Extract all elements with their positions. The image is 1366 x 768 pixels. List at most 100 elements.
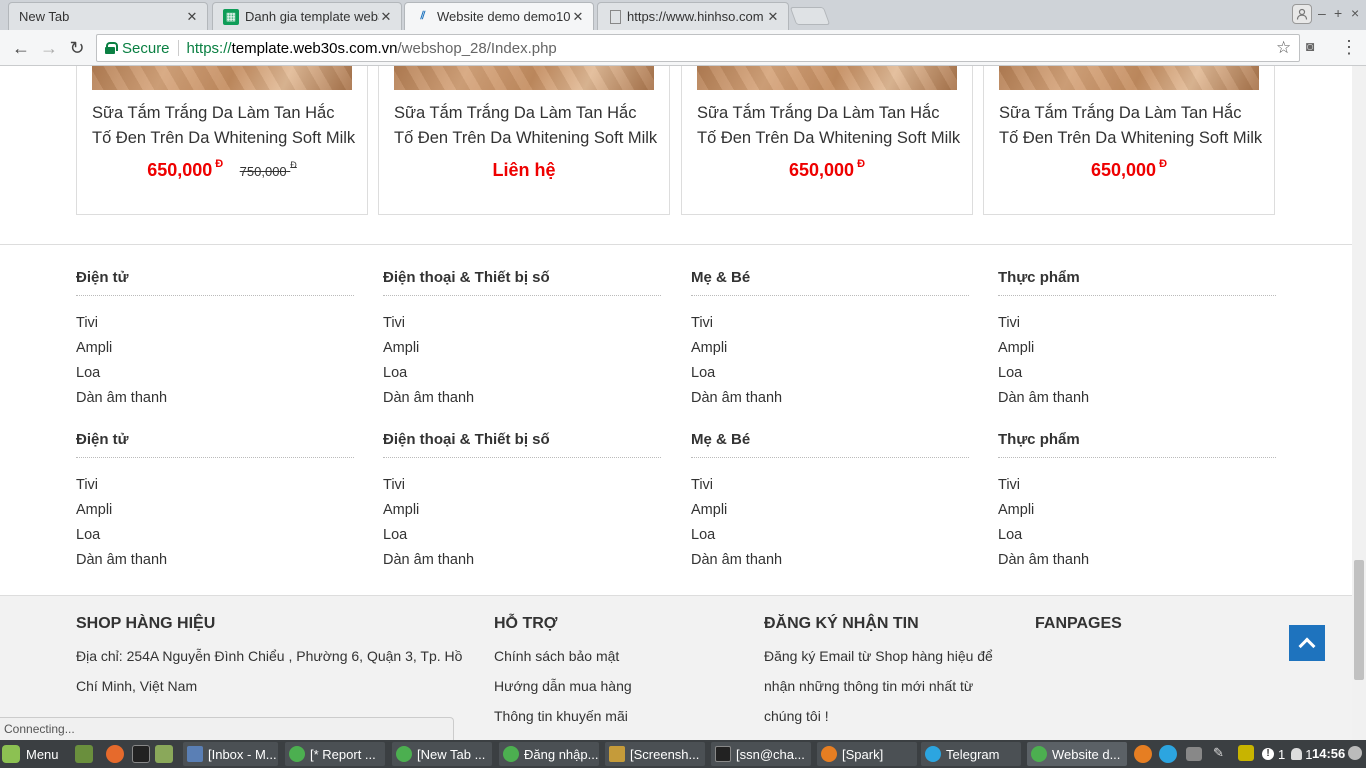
product-card[interactable]: Sữa Tắm Trắng Da Làm Tan Hắc Tố Đen Trên… (76, 66, 368, 215)
category-title[interactable]: Điện tử (76, 431, 354, 458)
category-link[interactable]: Ampli (76, 501, 354, 526)
tray-network-icon[interactable] (1186, 747, 1202, 761)
category-link[interactable]: Tivi (383, 314, 661, 339)
category-link[interactable]: Tivi (998, 314, 1276, 339)
back-to-top-button[interactable] (1289, 625, 1325, 661)
category-link[interactable]: Dàn âm thanh (691, 389, 969, 414)
category-link[interactable]: Loa (691, 364, 969, 389)
back-arrow-icon[interactable]: ← (10, 37, 32, 59)
footer-link-privacy[interactable]: Chính sách bảo mật (494, 641, 734, 671)
category-link[interactable]: Tivi (998, 476, 1276, 501)
tray-notifications[interactable]: ! 1 1 (1262, 744, 1312, 764)
category-link[interactable]: Dàn âm thanh (383, 389, 661, 414)
product-image[interactable] (999, 66, 1259, 90)
show-desktop-icon[interactable] (75, 745, 93, 763)
taskbar-window-website[interactable]: Website d... (1027, 742, 1127, 766)
category-link[interactable]: Loa (76, 364, 354, 389)
terminal-icon[interactable] (132, 745, 150, 763)
tab-website-demo[interactable]: ⫽ Website demo demo101 ✕ (404, 2, 594, 30)
tab-close-icon[interactable]: ✕ (766, 9, 780, 25)
product-name[interactable]: Sữa Tắm Trắng Da Làm Tan Hắc Tố Đen Trên… (394, 101, 659, 151)
product-name[interactable]: Sữa Tắm Trắng Da Làm Tan Hắc Tố Đen Trên… (999, 101, 1264, 151)
new-tab-button[interactable] (789, 7, 831, 25)
minimize-button[interactable]: – (1318, 5, 1326, 23)
forward-arrow-icon[interactable]: → (38, 37, 60, 59)
taskbar-window-newtab[interactable]: [New Tab ... (392, 742, 492, 766)
category-link[interactable]: Loa (76, 526, 354, 551)
close-window-button[interactable]: × (1351, 5, 1359, 23)
category-title[interactable]: Mẹ & Bé (691, 269, 969, 296)
category-link[interactable]: Loa (998, 526, 1276, 551)
category-title[interactable]: Mẹ & Bé (691, 431, 969, 458)
taskbar-window-spark[interactable]: [Spark] (817, 742, 917, 766)
category-link[interactable]: Ampli (383, 339, 661, 364)
tab-new-tab[interactable]: New Tab ✕ (8, 2, 208, 30)
category-link[interactable]: Ampli (998, 501, 1276, 526)
category-link[interactable]: Tivi (76, 476, 354, 501)
category-link[interactable]: Tivi (383, 476, 661, 501)
address-bar[interactable]: Secure https:// template.web30s.com.vn /… (96, 34, 1300, 62)
category-link[interactable]: Loa (691, 526, 969, 551)
taskbar-window-terminal[interactable]: [ssn@cha... (711, 742, 811, 766)
product-name[interactable]: Sữa Tắm Trắng Da Làm Tan Hắc Tố Đen Trên… (697, 101, 962, 151)
category-title[interactable]: Điện thoại & Thiết bị số (383, 269, 661, 296)
category-link[interactable]: Dàn âm thanh (998, 551, 1276, 576)
product-card[interactable]: Sữa Tắm Trắng Da Làm Tan Hắc Tố Đen Trên… (378, 66, 670, 215)
category-title[interactable]: Thực phẩm (998, 431, 1276, 458)
category-link[interactable]: Loa (383, 526, 661, 551)
category-link[interactable]: Loa (383, 364, 661, 389)
tray-spark-icon[interactable] (1134, 745, 1152, 763)
product-image[interactable] (697, 66, 957, 90)
start-menu-button[interactable]: Menu (2, 743, 59, 765)
category-link[interactable]: Dàn âm thanh (998, 389, 1276, 414)
tray-telegram-icon[interactable] (1159, 745, 1177, 763)
taskbar-window-telegram[interactable]: Telegram (921, 742, 1021, 766)
category-title[interactable]: Thực phẩm (998, 269, 1276, 296)
firefox-icon[interactable] (106, 745, 124, 763)
category-link[interactable]: Tivi (691, 314, 969, 339)
footer-link-buying-guide[interactable]: Hướng dẫn mua hàng (494, 671, 734, 701)
category-title[interactable]: Điện thoại & Thiết bị số (383, 431, 661, 458)
category-link[interactable]: Tivi (691, 476, 969, 501)
tab-close-icon[interactable]: ✕ (185, 9, 199, 25)
category-link[interactable]: Ampli (691, 339, 969, 364)
category-title[interactable]: Điện tử (76, 269, 354, 296)
tab-danh-gia[interactable]: ▦ Danh gia template web30s ✕ (212, 2, 402, 30)
files-icon[interactable] (155, 745, 173, 763)
category-link[interactable]: Ampli (998, 339, 1276, 364)
reload-icon[interactable]: ↻ (66, 37, 88, 59)
category-link[interactable]: Ampli (76, 339, 354, 364)
profile-icon[interactable] (1292, 4, 1312, 24)
tab-close-icon[interactable]: ✕ (571, 9, 585, 25)
clock[interactable]: 14:56 (1312, 746, 1345, 761)
taskbar-window-report[interactable]: [* Report ... (285, 742, 385, 766)
taskbar-window-screenshot[interactable]: [Screensh... (605, 742, 705, 766)
product-image[interactable] (92, 66, 352, 90)
category-link[interactable]: Dàn âm thanh (76, 551, 354, 576)
product-card[interactable]: Sữa Tắm Trắng Da Làm Tan Hắc Tố Đen Trên… (983, 66, 1275, 215)
category-link[interactable]: Loa (998, 364, 1276, 389)
category-link[interactable]: Dàn âm thanh (691, 551, 969, 576)
category-link[interactable]: Ampli (691, 501, 969, 526)
category-link[interactable]: Dàn âm thanh (383, 551, 661, 576)
taskbar-window-login[interactable]: Đăng nhập... (499, 742, 599, 766)
scrollbar-thumb[interactable] (1354, 560, 1364, 680)
camera-icon[interactable]: ◙ (1306, 38, 1314, 54)
product-image[interactable] (394, 66, 654, 90)
tray-power-icon[interactable] (1348, 746, 1362, 760)
footer-link-promotions[interactable]: Thông tin khuyến mãi (494, 701, 734, 731)
browser-menu-icon[interactable]: ⋮ (1340, 37, 1358, 58)
maximize-button[interactable]: + (1334, 5, 1342, 23)
tab-hinhso[interactable]: https://www.hinhso.com ✕ (597, 2, 789, 30)
category-link[interactable]: Dàn âm thanh (76, 389, 354, 414)
category-link[interactable]: Ampli (383, 501, 661, 526)
url-host: template.web30s.com.vn (231, 39, 398, 57)
taskbar-window-inbox[interactable]: [Inbox - M... (183, 742, 278, 766)
bookmark-star-icon[interactable]: ☆ (1276, 38, 1291, 58)
tray-pen-icon[interactable]: ✎ (1213, 745, 1231, 763)
product-card[interactable]: Sữa Tắm Trắng Da Làm Tan Hắc Tố Đen Trên… (681, 66, 973, 215)
product-name[interactable]: Sữa Tắm Trắng Da Làm Tan Hắc Tố Đen Trên… (92, 101, 357, 151)
tab-close-icon[interactable]: ✕ (379, 9, 393, 25)
category-link[interactable]: Tivi (76, 314, 354, 339)
tray-sync-icon[interactable] (1238, 745, 1254, 761)
